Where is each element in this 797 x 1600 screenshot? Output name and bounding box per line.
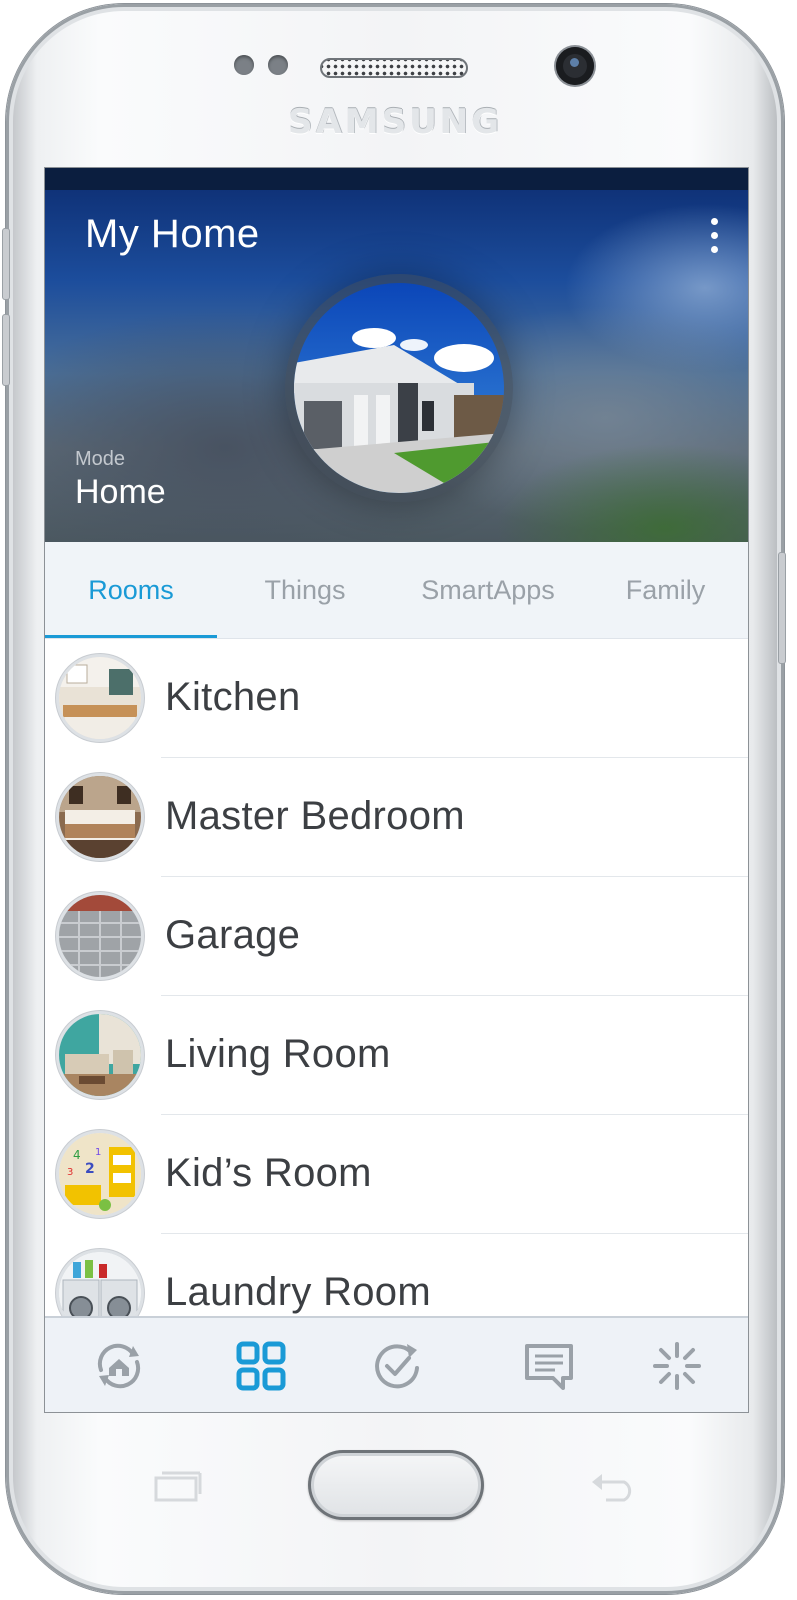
tab-things[interactable]: Things (217, 542, 393, 638)
master-bedroom-thumbnail (59, 776, 141, 858)
messages-icon (525, 1344, 573, 1390)
svg-text:2: 2 (85, 1161, 95, 1177)
room-row-kids-room[interactable]: 4 2 3 1 Kid’s Room (45, 1115, 748, 1234)
room-row-living-room[interactable]: Living Room (45, 996, 748, 1115)
home-header: My Home Mode Home (45, 168, 748, 542)
back-icon (592, 1474, 632, 1502)
nav-dashboard-button[interactable] (89, 1336, 149, 1396)
earpiece-speaker (320, 58, 468, 78)
tab-smartapps[interactable]: SmartApps (393, 542, 583, 638)
svg-text:4: 4 (73, 1148, 81, 1162)
grid-icon (236, 1341, 286, 1391)
mode-label: Mode (75, 448, 126, 470)
room-row-garage[interactable]: Garage (45, 877, 748, 996)
recent-apps-icon (154, 1471, 202, 1502)
app-screen: My Home Mode Home Rooms Things SmartApps… (44, 167, 749, 1413)
tab-rooms[interactable]: Rooms (45, 542, 217, 638)
nav-marketplace-button[interactable] (647, 1336, 707, 1396)
proximity-sensor (234, 55, 254, 75)
back-key[interactable] (588, 1470, 638, 1502)
svg-text:3: 3 (67, 1167, 73, 1178)
front-camera (556, 47, 594, 85)
marketplace-sparkle-icon (653, 1342, 701, 1390)
brand-logo: SAMSUNG (287, 102, 503, 142)
tab-family[interactable]: Family (583, 542, 748, 638)
nav-messages-button[interactable] (519, 1336, 579, 1396)
kitchen-thumbnail (59, 657, 141, 739)
phone-frame: SAMSUNG My Home Mode Home Rooms Things S… (2, 4, 786, 1594)
page-title: My Home (85, 212, 260, 256)
recent-apps-key[interactable] (152, 1470, 202, 1502)
home-button[interactable] (308, 1450, 484, 1520)
room-label: Laundry Room (165, 1270, 431, 1314)
status-bar (45, 168, 748, 190)
more-dot (711, 232, 718, 239)
mode-value[interactable]: Home (75, 473, 166, 512)
light-sensor (268, 55, 288, 75)
power-button (778, 552, 786, 664)
room-label: Master Bedroom (165, 794, 465, 838)
more-vertical-icon (711, 218, 718, 225)
more-dot (711, 246, 718, 253)
nav-routines-button[interactable] (367, 1336, 427, 1396)
house-image (294, 283, 504, 493)
room-label: Kid’s Room (165, 1151, 372, 1195)
home-dashboard-icon (97, 1343, 141, 1389)
nav-rooms-button[interactable] (231, 1336, 291, 1396)
volume-up-button (2, 228, 10, 300)
kids-room-thumbnail: 4 2 3 1 (59, 1133, 141, 1215)
tab-bar: Rooms Things SmartApps Family (45, 542, 748, 639)
home-photo[interactable] (294, 283, 504, 493)
garage-thumbnail (59, 895, 141, 977)
room-label: Kitchen (165, 675, 301, 719)
routines-check-icon (375, 1344, 419, 1389)
room-label: Living Room (165, 1032, 391, 1076)
bottom-nav (45, 1316, 748, 1412)
room-label: Garage (165, 913, 301, 957)
more-options-button[interactable] (700, 214, 728, 258)
living-room-thumbnail (59, 1014, 141, 1096)
volume-down-button (2, 314, 10, 386)
room-row-master-bedroom[interactable]: Master Bedroom (45, 758, 748, 877)
active-tab-indicator (45, 635, 217, 638)
room-row-kitchen[interactable]: Kitchen (45, 639, 748, 758)
svg-text:1: 1 (95, 1147, 101, 1158)
